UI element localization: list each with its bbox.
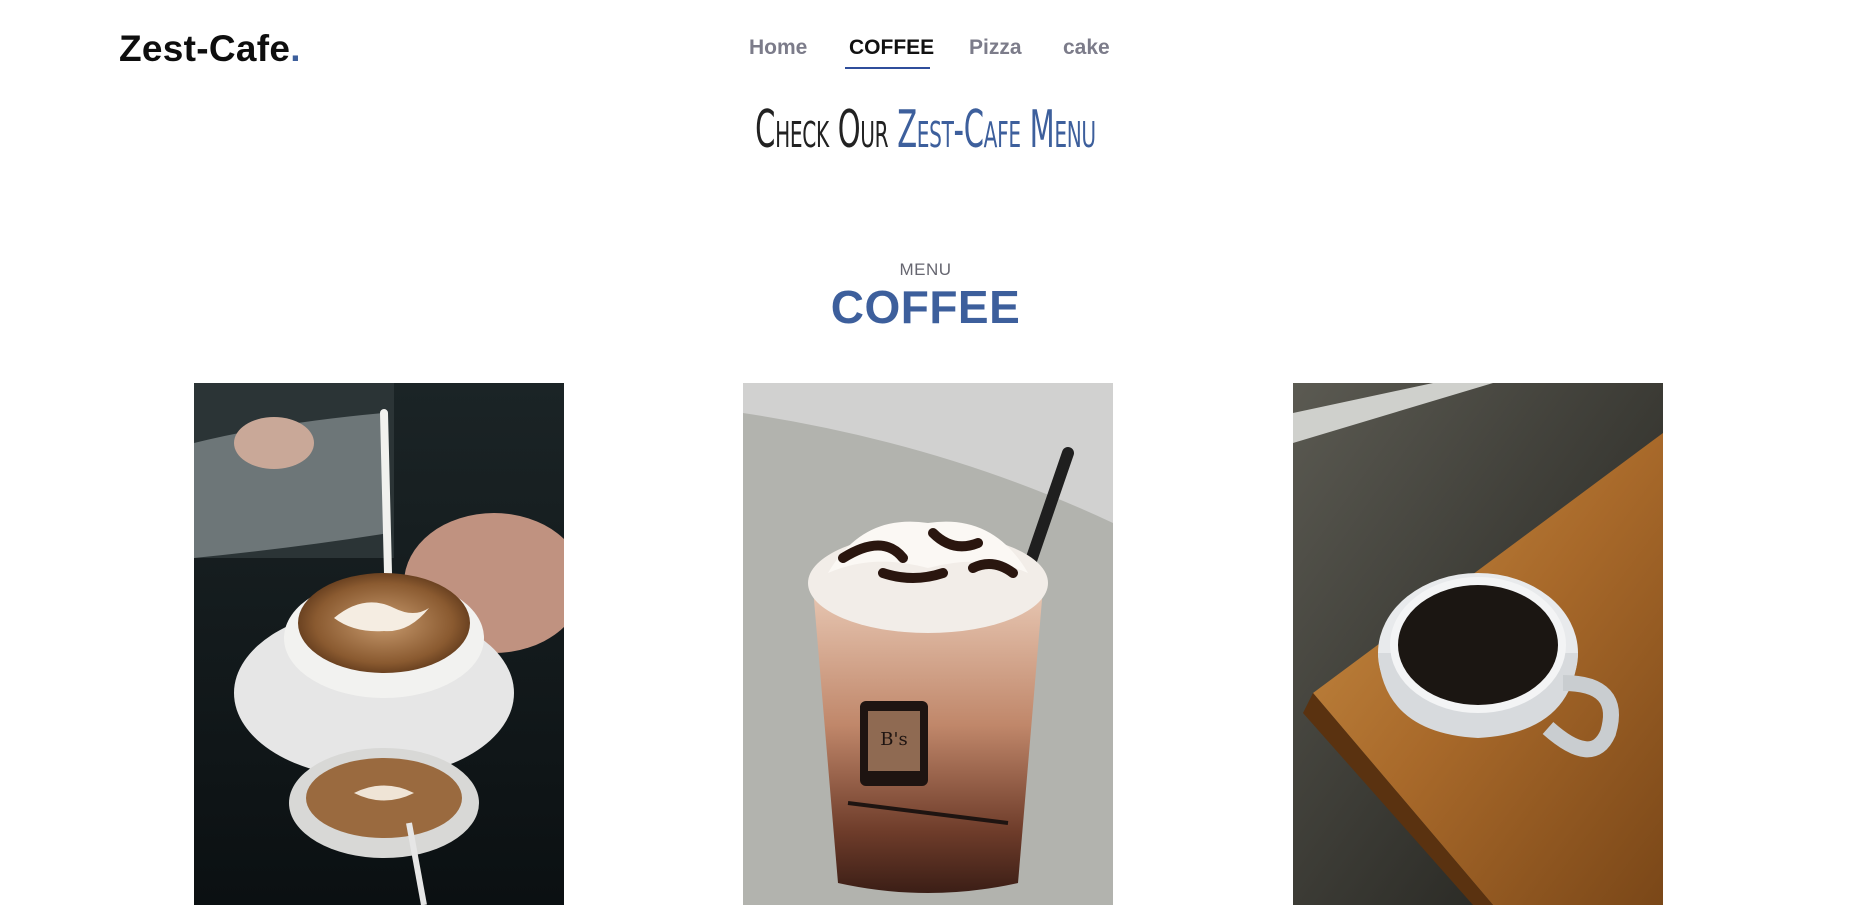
product-image-black-coffee[interactable] bbox=[1293, 383, 1663, 905]
black-coffee-cup-photo bbox=[1293, 383, 1663, 905]
section-eyebrow: MENU bbox=[899, 260, 952, 279]
iced-mocha-photo: B's bbox=[743, 383, 1113, 905]
nav-item-pizza[interactable]: Pizza bbox=[969, 36, 1022, 60]
nav-item-cake[interactable]: cake bbox=[1063, 36, 1110, 60]
svg-text:B's: B's bbox=[880, 729, 907, 750]
hero-accent: Zest-Cafe Menu bbox=[897, 100, 1096, 160]
page: Zest-Cafe. Home COFFEE Pizza cake Check … bbox=[0, 0, 1851, 905]
hero-prefix: Check Our bbox=[755, 100, 898, 160]
product-image-iced-mocha[interactable]: B's bbox=[743, 383, 1113, 905]
nav-active-underline bbox=[845, 67, 930, 69]
section-title: COFFEE bbox=[830, 281, 1021, 333]
nav-item-coffee[interactable]: COFFEE bbox=[849, 36, 934, 60]
product-image-latte-art[interactable] bbox=[194, 383, 564, 905]
nav-item-home[interactable]: Home bbox=[749, 36, 807, 60]
hero-headline: Check Our Zest-Cafe Menu bbox=[352, 100, 1500, 160]
latte-art-photo bbox=[194, 383, 564, 905]
